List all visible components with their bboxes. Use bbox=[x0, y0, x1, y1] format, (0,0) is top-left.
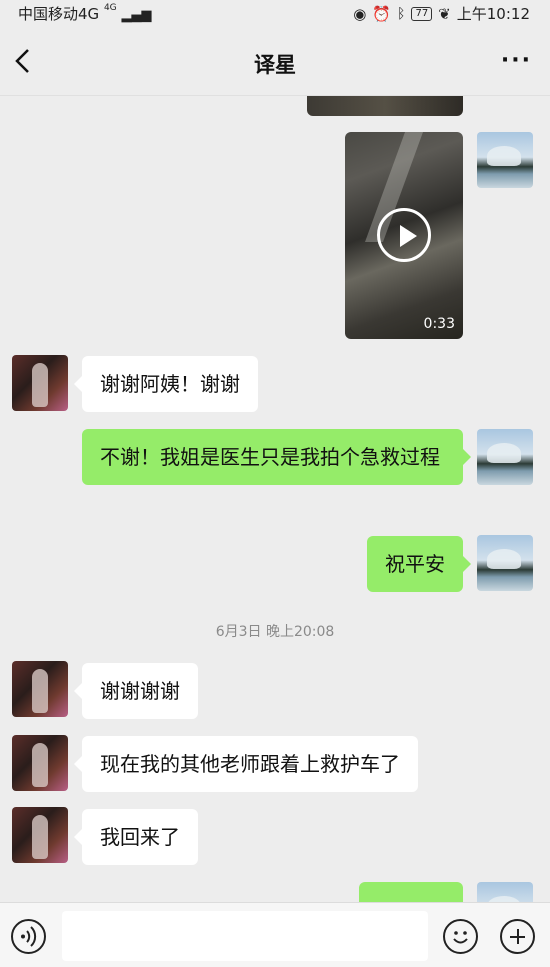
message-bubble[interactable]: 祝平安 bbox=[367, 536, 471, 592]
other-avatar[interactable] bbox=[12, 355, 68, 411]
chat-title: 译星 bbox=[254, 53, 296, 77]
message-bubble[interactable]: 谢谢谢谢 bbox=[74, 663, 198, 719]
other-avatar[interactable] bbox=[12, 661, 68, 717]
bluetooth-icon: ᛒ bbox=[397, 5, 406, 22]
emoji-icon bbox=[453, 931, 468, 944]
signal-bars-icon: ▂▄▆ bbox=[121, 8, 152, 23]
message-input[interactable] bbox=[62, 911, 428, 961]
input-bar bbox=[0, 902, 550, 967]
video-duration: 0:33 bbox=[423, 316, 455, 332]
more-icon: ··· bbox=[500, 48, 532, 73]
alarm-icon: ⏰ bbox=[372, 4, 392, 23]
self-avatar[interactable] bbox=[477, 535, 533, 591]
self-avatar[interactable] bbox=[477, 882, 533, 902]
leaf-icon: ❦ bbox=[438, 4, 451, 23]
self-avatar[interactable] bbox=[477, 429, 533, 485]
message-bubble[interactable]: 不谢！我姐是医生只是我拍个急救过程 bbox=[82, 429, 471, 485]
video-message-partial[interactable] bbox=[307, 96, 463, 116]
clock-time: 上午10:12 bbox=[456, 5, 530, 23]
status-icons: ◉ ⏰ ᛒ 77 ❦ 上午10:12 bbox=[353, 3, 530, 24]
other-avatar[interactable] bbox=[12, 735, 68, 791]
message-bubble[interactable]: 我回来了 bbox=[74, 809, 198, 865]
other-avatar[interactable] bbox=[12, 807, 68, 863]
self-avatar[interactable] bbox=[477, 132, 533, 188]
video-message[interactable]: 0:33 bbox=[345, 132, 463, 339]
message-bubble[interactable]: 现在我的其他老师跟着上救护车了 bbox=[74, 736, 418, 792]
battery-icon: 77 bbox=[411, 6, 433, 21]
carrier-text: 中国移动4G bbox=[18, 5, 100, 23]
more-button[interactable]: ··· bbox=[501, 48, 532, 73]
play-icon[interactable] bbox=[377, 208, 431, 262]
voice-button[interactable] bbox=[11, 919, 46, 954]
message-bubble-partial[interactable] bbox=[359, 882, 463, 902]
signal-icon: 4G bbox=[103, 3, 117, 13]
chat-area[interactable]: 0:33 谢谢阿姨！谢谢 不谢！我姐是医生只是我拍个急救过程 祝平安 6月3日 … bbox=[0, 96, 550, 902]
carrier-label: 中国移动4G 4G ▂▄▆ bbox=[18, 3, 151, 24]
eye-icon: ◉ bbox=[353, 4, 367, 23]
message-bubble[interactable]: 谢谢阿姨！谢谢 bbox=[74, 356, 258, 412]
battery-level: 77 bbox=[415, 7, 429, 19]
plus-button[interactable] bbox=[500, 919, 535, 954]
status-bar: 中国移动4G 4G ▂▄▆ ◉ ⏰ ᛒ 77 ❦ 上午10:12 bbox=[0, 0, 550, 26]
voice-icon bbox=[21, 926, 37, 947]
chat-timestamp: 6月3日 晚上20:08 bbox=[215, 624, 335, 640]
title-bar: 译星 ··· bbox=[0, 26, 550, 96]
emoji-button[interactable] bbox=[443, 919, 478, 954]
